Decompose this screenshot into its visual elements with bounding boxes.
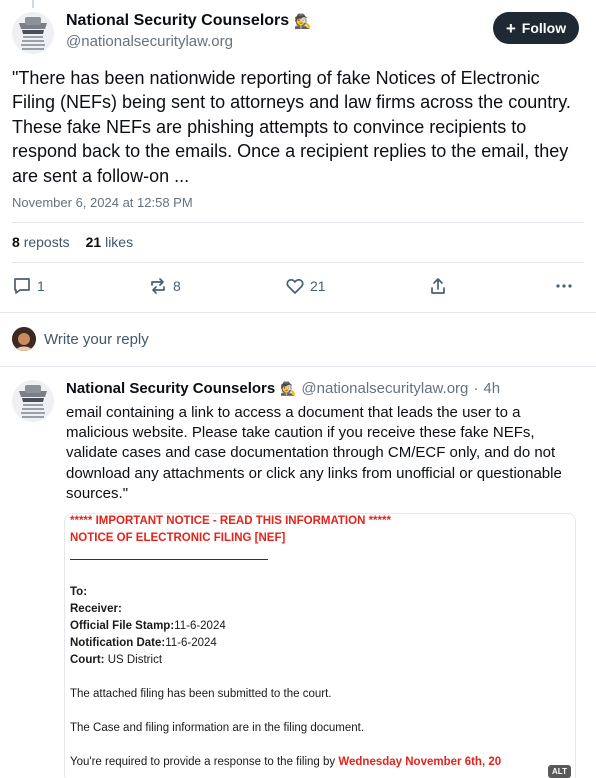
author-name-text[interactable]: National Security Counselors — [66, 12, 289, 30]
more-dots-icon — [554, 276, 574, 296]
post-text: "There has been nationwide reporting of … — [12, 68, 571, 186]
notification-date-label: Notification Date: — [70, 637, 166, 649]
notice-heading-2: NOTICE OF ELECTRONIC FILING [NEF] — [70, 532, 286, 544]
reply-header: National Security Counselors 🕵 @national… — [66, 380, 500, 397]
reply-count: 1 — [37, 278, 45, 294]
like-count: 21 — [310, 278, 326, 294]
notice-para-3-text: You're required to provide a response to… — [70, 756, 339, 768]
alt-text-badge[interactable]: ALT — [548, 765, 571, 778]
court-line: Court: US District — [70, 654, 162, 666]
notice-deadline: Wednesday November 6th, 20 — [338, 756, 502, 768]
likes-label: likes — [105, 234, 134, 250]
follow-button[interactable]: + Follow — [493, 12, 579, 44]
reply-author-avatar[interactable] — [12, 380, 54, 422]
embedded-image[interactable]: ***** IMPORTANT NOTICE - READ THIS INFOR… — [64, 513, 576, 778]
reply-author-handle[interactable]: @nationalsecuritylaw.org — [301, 380, 468, 397]
divider — [12, 262, 584, 263]
author-handle[interactable]: @nationalsecuritylaw.org — [66, 33, 312, 50]
share-button[interactable] — [428, 276, 448, 296]
court-label: Court: — [70, 654, 105, 666]
file-stamp-value: 11-6-2024 — [174, 620, 226, 632]
divider — [0, 366, 596, 367]
notification-date-value: 11-6-2024 — [165, 637, 217, 649]
divider — [12, 222, 584, 223]
notice-para-3: You're required to provide a response to… — [70, 756, 501, 768]
notice-para-2: The Case and filing information are in t… — [70, 722, 365, 734]
divider — [0, 312, 596, 313]
repost-icon — [148, 276, 168, 296]
like-button[interactable]: 21 — [285, 276, 326, 296]
notice-rule — [70, 559, 268, 560]
thread-line — [32, 0, 34, 8]
file-stamp-label: Official File Stamp: — [70, 620, 175, 632]
plus-icon: + — [505, 18, 516, 38]
likes-count: 21 — [85, 234, 102, 250]
heart-icon — [285, 276, 305, 296]
reply-time[interactable]: 4h — [483, 380, 500, 397]
separator-dot: · — [473, 380, 479, 397]
more-options-button[interactable] — [554, 276, 574, 296]
court-value: US District — [107, 654, 163, 666]
reposts-label: reposts — [23, 234, 70, 250]
detective-emoji-icon: 🕵 — [280, 380, 297, 396]
user-avatar — [12, 327, 36, 351]
author-avatar[interactable] — [12, 12, 54, 54]
post-stats: 8 reposts 21 likes — [12, 234, 133, 250]
reply-icon — [12, 276, 32, 296]
reposts-count: 8 — [12, 234, 20, 250]
reply-placeholder[interactable]: Write your reply — [44, 331, 149, 348]
notice-heading-1: ***** IMPORTANT NOTICE - READ THIS INFOR… — [70, 515, 391, 527]
notice-para-1: The attached filing has been submitted t… — [70, 688, 332, 700]
to-label: To: — [70, 586, 88, 598]
repost-count: 8 — [173, 278, 181, 294]
post-header: National Security Counselors 🕵 @national… — [66, 12, 312, 50]
reposts-stat[interactable]: 8 reposts — [12, 234, 70, 250]
reply-author-name[interactable]: National Security Counselors — [66, 380, 275, 397]
reply-composer[interactable]: Write your reply — [0, 318, 596, 360]
receiver-label: Receiver: — [70, 603, 122, 615]
share-icon — [428, 276, 448, 296]
follow-label: Follow — [521, 20, 567, 36]
repost-button[interactable]: 8 — [148, 276, 181, 296]
post-actions: 1 8 21 — [12, 276, 584, 300]
reply-text: email containing a link to access a docu… — [66, 404, 562, 502]
likes-stat[interactable]: 21 likes — [86, 234, 133, 250]
file-stamp-line: Official File Stamp:11-6-2024 — [70, 620, 226, 632]
author-name[interactable]: National Security Counselors 🕵 — [66, 12, 312, 30]
detective-emoji-icon: 🕵 — [294, 12, 312, 29]
notification-date-line: Notification Date:11-6-2024 — [70, 637, 217, 649]
post-timestamp[interactable]: November 6, 2024 at 12:58 PM — [12, 195, 193, 210]
reply-button[interactable]: 1 — [12, 276, 45, 296]
